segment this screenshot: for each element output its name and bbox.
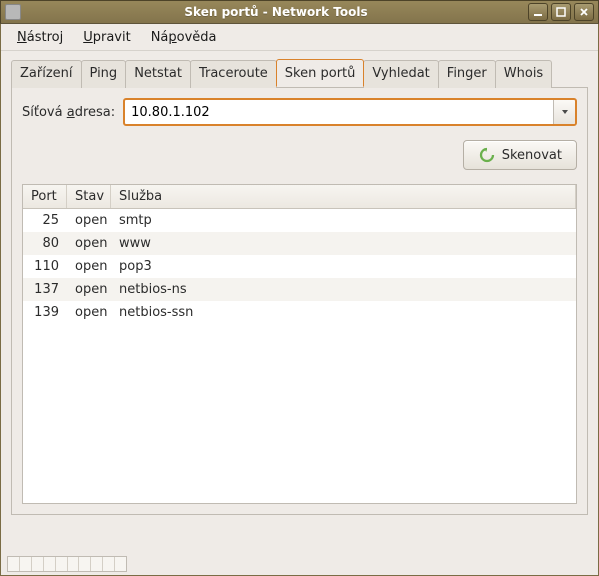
cell-port: 139 (23, 305, 67, 320)
maximize-button[interactable] (551, 3, 571, 21)
table-row[interactable]: 25opensmtp (23, 209, 576, 232)
table-header: Port Stav Služba (23, 185, 576, 209)
results-table: Port Stav Služba 25opensmtp80openwww110o… (22, 184, 577, 504)
status-progress (7, 556, 127, 572)
tab-sken-portu[interactable]: Sken portů (276, 59, 365, 87)
tab-netstat[interactable]: Netstat (125, 60, 191, 88)
button-row: Skenovat (22, 140, 577, 170)
cell-stav: open (67, 305, 111, 320)
table-row[interactable]: 139opennetbios-ssn (23, 301, 576, 324)
scan-button[interactable]: Skenovat (463, 140, 577, 170)
menu-upravit[interactable]: Upravit (73, 27, 140, 48)
menu-nastroj[interactable]: Nástroj (7, 27, 73, 48)
tab-whois[interactable]: Whois (495, 60, 552, 88)
col-sluzba[interactable]: Služba (111, 185, 576, 208)
address-input[interactable] (125, 100, 553, 124)
tab-traceroute[interactable]: Traceroute (190, 60, 277, 88)
cell-stav: open (67, 282, 111, 297)
chevron-down-icon (561, 108, 569, 116)
table-row[interactable]: 137opennetbios-ns (23, 278, 576, 301)
titlebar: Sken portů - Network Tools (0, 0, 599, 24)
tab-zarizeni[interactable]: Zařízení (11, 60, 82, 88)
tab-finger[interactable]: Finger (438, 60, 496, 88)
menubar: Nástroj Upravit Nápověda (1, 24, 598, 51)
scan-button-label: Skenovat (502, 148, 562, 163)
window-title: Sken portů - Network Tools (27, 5, 525, 19)
tab-body: Síťová adresa: Skenovat Port Stav (11, 88, 588, 515)
cell-stav: open (67, 236, 111, 251)
cell-sluzba: www (111, 236, 576, 251)
cell-port: 80 (23, 236, 67, 251)
cell-sluzba: pop3 (111, 259, 576, 274)
refresh-icon (478, 146, 496, 164)
address-row: Síťová adresa: (22, 98, 577, 126)
table-row[interactable]: 110openpop3 (23, 255, 576, 278)
cell-stav: open (67, 259, 111, 274)
tab-vyhledat[interactable]: Vyhledat (363, 60, 438, 88)
table-body[interactable]: 25opensmtp80openwww110openpop3137opennet… (23, 209, 576, 503)
cell-port: 25 (23, 213, 67, 228)
col-stav[interactable]: Stav (67, 185, 111, 208)
col-port[interactable]: Port (23, 185, 67, 208)
content: Zařízení Ping Netstat Traceroute Sken po… (1, 51, 598, 523)
address-dropdown-button[interactable] (553, 100, 575, 124)
minimize-button[interactable] (528, 3, 548, 21)
cell-port: 110 (23, 259, 67, 274)
cell-stav: open (67, 213, 111, 228)
cell-sluzba: netbios-ssn (111, 305, 576, 320)
cell-sluzba: smtp (111, 213, 576, 228)
close-button[interactable] (574, 3, 594, 21)
tabs: Zařízení Ping Netstat Traceroute Sken po… (11, 59, 588, 88)
address-combo (123, 98, 577, 126)
address-label: Síťová adresa: (22, 105, 115, 120)
tab-ping[interactable]: Ping (81, 60, 127, 88)
menu-napoveda[interactable]: Nápověda (141, 27, 227, 48)
app-icon (5, 4, 21, 20)
cell-port: 137 (23, 282, 67, 297)
table-row[interactable]: 80openwww (23, 232, 576, 255)
cell-sluzba: netbios-ns (111, 282, 576, 297)
